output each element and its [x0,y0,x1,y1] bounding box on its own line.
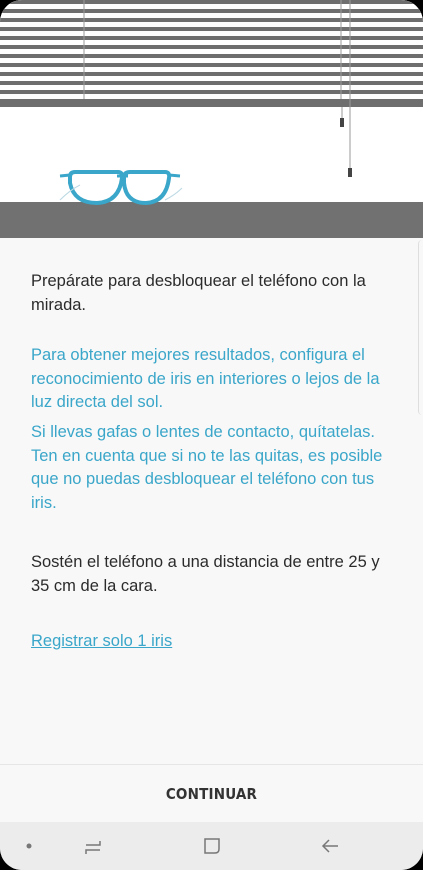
navigation-bar [0,822,423,870]
glasses-tip-text: Si llevas gafas o lentes de contacto, qu… [31,423,383,512]
lighting-tip-text: Para obtener mejores resultados, configu… [31,346,380,411]
scrollbar[interactable] [418,240,423,415]
dot-indicator-icon[interactable] [14,822,44,870]
register-one-iris-link[interactable]: Registrar solo 1 iris [31,630,172,654]
intro-text: Prepárate para desbloquear el teléfono c… [31,272,366,314]
back-icon[interactable] [315,822,345,870]
distance-text: Sostén el teléfono a una distancia de en… [31,553,380,595]
iris-illustration [0,0,423,238]
continue-button[interactable]: CONTINUAR [146,777,277,811]
glasses-icon [59,170,183,206]
bottom-button-bar: CONTINUAR [0,764,423,822]
home-icon[interactable] [197,822,227,870]
iris-setup-screen: Prepárate para desbloquear el teléfono c… [0,0,423,870]
recent-apps-icon[interactable] [78,822,108,870]
